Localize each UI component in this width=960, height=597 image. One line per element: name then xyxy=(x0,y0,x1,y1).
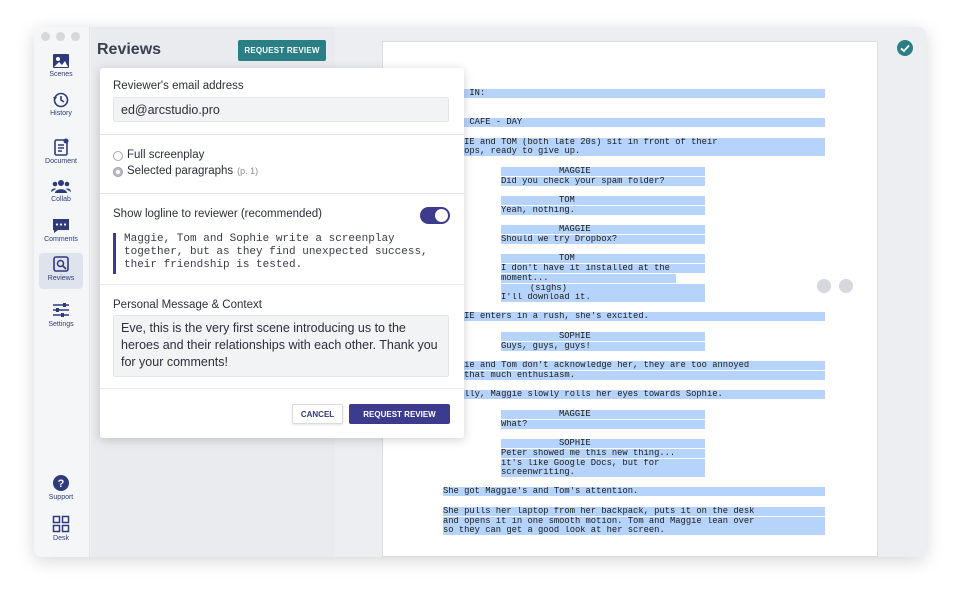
document-icon xyxy=(54,138,69,156)
radio-selected-label: Selected paragraphs (p. 1) xyxy=(127,165,258,177)
sidebar-item-history[interactable]: History xyxy=(39,90,83,124)
svg-text:?: ? xyxy=(58,478,65,490)
message-field[interactable]: Eve, this is the very first scene introd… xyxy=(113,315,449,377)
script-line-character[interactable]: SOPHIE xyxy=(501,439,705,448)
message-label: Personal Message & Context xyxy=(113,299,262,311)
window-minimize-dot[interactable] xyxy=(56,32,65,41)
sidebar-item-document[interactable]: Document xyxy=(39,136,83,170)
script-line-character[interactable]: MAGGIE xyxy=(501,167,705,176)
email-label: Reviewer's email address xyxy=(113,80,244,92)
script-line-character[interactable]: TOM xyxy=(501,254,705,263)
sidebar-item-support[interactable]: ? Support xyxy=(39,472,83,506)
image-icon xyxy=(53,54,69,68)
script-line-dialogue[interactable]: Yeah, nothing. xyxy=(501,206,705,215)
history-icon[interactable] xyxy=(817,279,831,293)
sidebar-item-settings[interactable]: Settings xyxy=(39,299,83,333)
review-icon xyxy=(53,256,69,272)
sidebar-item-label: History xyxy=(50,110,72,117)
divider xyxy=(100,284,464,285)
script-line-action[interactable]: FADE IN: xyxy=(443,89,825,98)
help-icon: ? xyxy=(53,475,69,491)
logline-toggle-label: Show logline to reviewer (recommended) xyxy=(113,208,323,220)
script-line-character[interactable]: SOPHIE xyxy=(501,332,705,341)
script-line-action[interactable]: laptops, ready to give up. xyxy=(443,147,825,156)
radio-selected-text: Selected paragraphs xyxy=(127,165,234,177)
script-line-action[interactable]: Finally, Maggie slowly rolls her eyes to… xyxy=(443,390,825,399)
sidebar-item-label: Reviews xyxy=(47,275,75,282)
sidebar-item-label: Support xyxy=(48,494,74,501)
email-field[interactable] xyxy=(113,97,449,122)
comment-icon[interactable] xyxy=(839,279,853,293)
sidebar-item-label: Document xyxy=(45,158,77,165)
divider xyxy=(100,134,464,135)
window-close-dot[interactable] xyxy=(41,32,50,41)
sidebar-item-comments[interactable]: Comments xyxy=(39,216,83,250)
script-line-action[interactable]: and opens it in one smooth motion. Tom a… xyxy=(443,517,825,526)
script-line-character[interactable]: MAGGIE xyxy=(501,410,705,419)
comment-icon xyxy=(53,219,69,233)
script-line-character[interactable]: MAGGIE xyxy=(501,225,705,234)
script-line-action[interactable]: so they can get a good look at her scree… xyxy=(443,526,825,535)
history-icon xyxy=(53,92,69,108)
script-line-dialogue[interactable]: Did you check your spam folder? xyxy=(501,177,705,186)
sidebar-item-scenes[interactable]: Scenes xyxy=(39,51,83,85)
grid-icon xyxy=(52,515,70,533)
script-line-dialogue[interactable]: Peter showed me this new thing... xyxy=(501,449,705,458)
script-line-dialogue[interactable]: Guys, guys, guys! xyxy=(501,342,705,351)
script-line-dialogue[interactable]: I don't have it installed at the xyxy=(501,264,705,273)
divider xyxy=(100,388,464,389)
radio-selected-paragraphs[interactable] xyxy=(113,167,123,177)
sidebar: Scenes History Document Collab Comments … xyxy=(34,27,90,557)
sidebar-item-label: Collab xyxy=(51,196,71,203)
sidebar-item-reviews[interactable]: Reviews xyxy=(39,253,83,289)
script-line-action[interactable]: She pulls her laptop from her backpack, … xyxy=(443,507,825,516)
window-maximize-dot[interactable] xyxy=(71,32,80,41)
submit-request-button[interactable]: REQUEST REVIEW xyxy=(349,404,450,424)
page-title: Reviews xyxy=(97,41,162,58)
users-icon xyxy=(51,180,71,193)
script-line-parenthetical[interactable]: (sighs) xyxy=(501,284,705,293)
script-line-action[interactable]: MAGGIE and TOM (both late 20s) sit in fr… xyxy=(443,138,825,147)
script-line-dialogue[interactable]: What? xyxy=(501,420,705,429)
radio-full-label: Full screenplay xyxy=(127,149,205,161)
page-note: (p. 1) xyxy=(237,166,259,176)
sidebar-item-label: Settings xyxy=(48,321,74,328)
script-line-heading[interactable]: INT. CAFE - DAY xyxy=(443,118,825,127)
script-line-dialogue[interactable]: it's like Google Docs, but for xyxy=(501,459,705,468)
cancel-button[interactable]: CANCEL xyxy=(292,404,343,424)
logline-toggle[interactable] xyxy=(420,207,450,224)
script-line-action[interactable]: She got Maggie's and Tom's attention. xyxy=(443,487,825,496)
sidebar-item-label: Comments xyxy=(44,236,78,243)
script-line-action[interactable]: SOPHIE enters in a rush, she's excited. xyxy=(443,312,825,321)
divider xyxy=(100,193,464,194)
sidebar-item-desk[interactable]: Desk xyxy=(39,513,83,547)
request-review-dialog: Reviewer's email address Full screenplay… xyxy=(100,68,464,438)
script-line-dialogue[interactable]: moment... xyxy=(501,274,676,283)
sliders-icon xyxy=(53,303,69,317)
logline-preview: Maggie, Tom and Sophie write a screenpla… xyxy=(113,233,449,274)
radio-full-screenplay[interactable] xyxy=(113,151,123,161)
script-line-action[interactable]: for that much enthusiasm. xyxy=(443,371,825,380)
checkmark-icon[interactable] xyxy=(897,40,913,56)
script-line-action[interactable]: Maggie and Tom don't acknowledge her, th… xyxy=(443,361,825,370)
script-line-dialogue[interactable]: I'll download it. xyxy=(501,293,705,302)
script-line-character[interactable]: TOM xyxy=(501,196,705,205)
sidebar-item-collab[interactable]: Collab xyxy=(39,176,83,210)
sidebar-item-label: Desk xyxy=(53,535,69,542)
script-line-dialogue[interactable]: Should we try Dropbox? xyxy=(501,235,705,244)
script-line-dialogue[interactable]: screenwriting. xyxy=(501,468,705,477)
request-review-button[interactable]: REQUEST REVIEW xyxy=(238,40,326,61)
sidebar-item-label: Scenes xyxy=(49,71,73,78)
